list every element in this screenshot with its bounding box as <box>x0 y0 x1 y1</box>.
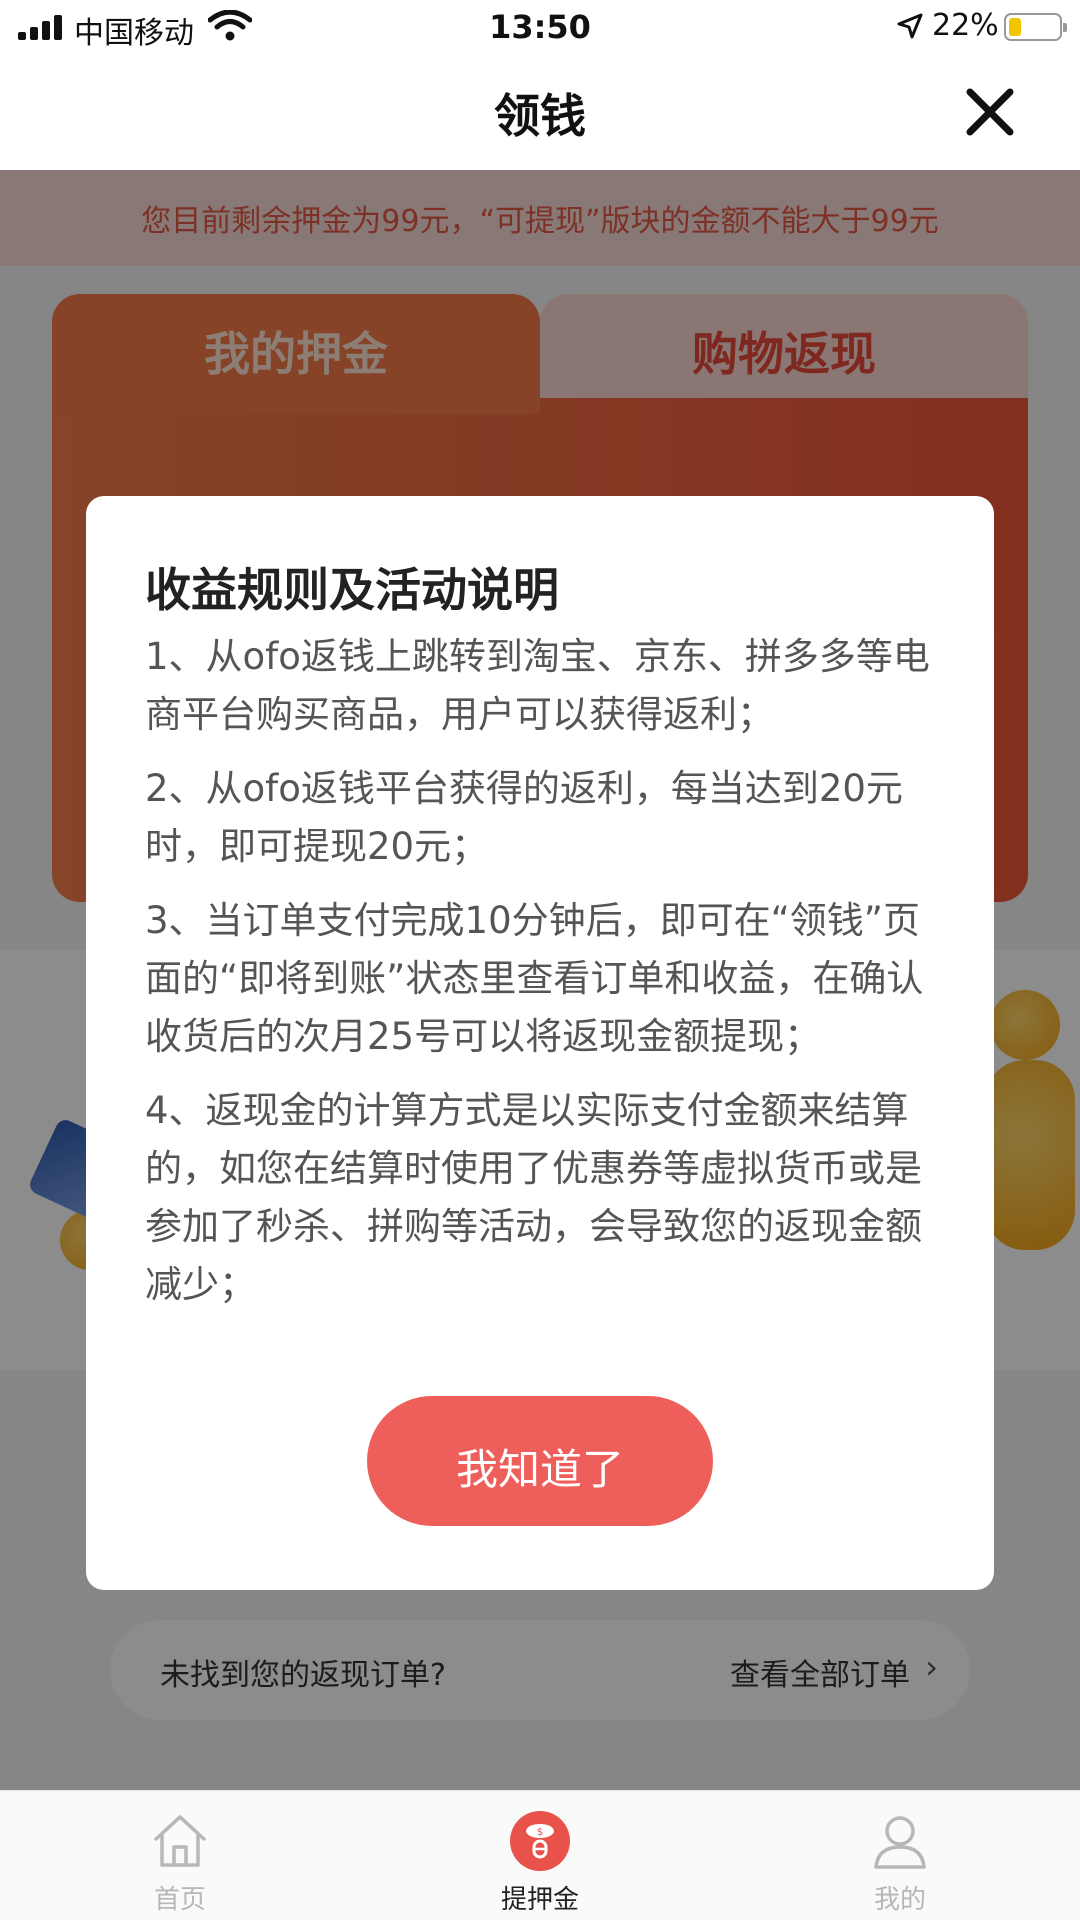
tab-withdraw-deposit[interactable]: $ 提押金 <box>440 1791 640 1920</box>
rules-scroll-area[interactable]: 1、从ofo返钱上跳转到淘宝、京东、拼多多等电商平台购买商品，用户可以获得返利；… <box>145 628 945 1368</box>
rules-list: 1、从ofo返钱上跳转到淘宝、京东、拼多多等电商平台购买商品，用户可以获得返利；… <box>145 628 945 1330</box>
battery-icon <box>1004 13 1067 41</box>
rule-item: 1、从ofo返钱上跳转到淘宝、京东、拼多多等电商平台购买商品，用户可以获得返利； <box>145 635 930 736</box>
location-arrow-icon <box>897 13 923 39</box>
got-it-button-label: 我知道了 <box>455 1445 624 1494</box>
scroll-fade <box>145 1338 945 1368</box>
svg-text:$: $ <box>537 1827 543 1838</box>
home-icon <box>154 1815 206 1867</box>
page: 中国移动 13:50 22% 领钱 您目前剩余押金为99元，“可提现”版块的金额… <box>0 0 1080 1920</box>
deposit-icon: $ <box>510 1811 570 1871</box>
user-icon <box>874 1816 926 1869</box>
tab-home[interactable]: 首页 <box>80 1791 280 1920</box>
rule-item: 4、返现金的计算方式是以实际支付金额来结算的，如您在结算时使用了优惠券等虚拟货币… <box>145 1089 922 1306</box>
tab-withdraw-deposit-label: 提押金 <box>500 1885 579 1915</box>
rule-item: 3、当订单支付完成10分钟后，即可在“领钱”页面的“即将到账”状态里查看订单和收… <box>145 899 924 1058</box>
page-title: 领钱 <box>494 89 586 143</box>
status-bar: 中国移动 13:50 22% <box>0 0 1080 56</box>
rule-item: 2、从ofo返钱平台获得的返利，每当达到20元时，即可提现20元； <box>145 767 903 868</box>
tab-home-label: 首页 <box>153 1885 206 1915</box>
close-icon[interactable] <box>962 84 1018 140</box>
dialog-title: 收益规则及活动说明 <box>145 563 559 617</box>
navbar: 领钱 <box>0 56 1080 170</box>
battery-percent: 22% <box>932 8 999 43</box>
rules-dialog: 收益规则及活动说明 1、从ofo返钱上跳转到淘宝、京东、拼多多等电商平台购买商品… <box>86 496 994 1590</box>
tab-mine-label: 我的 <box>873 1885 926 1915</box>
bottom-tab-bar: 首页 $ 提押金 我的 <box>0 1790 1080 1920</box>
got-it-button[interactable]: 我知道了 <box>367 1396 713 1526</box>
tab-mine[interactable]: 我的 <box>800 1791 1000 1920</box>
